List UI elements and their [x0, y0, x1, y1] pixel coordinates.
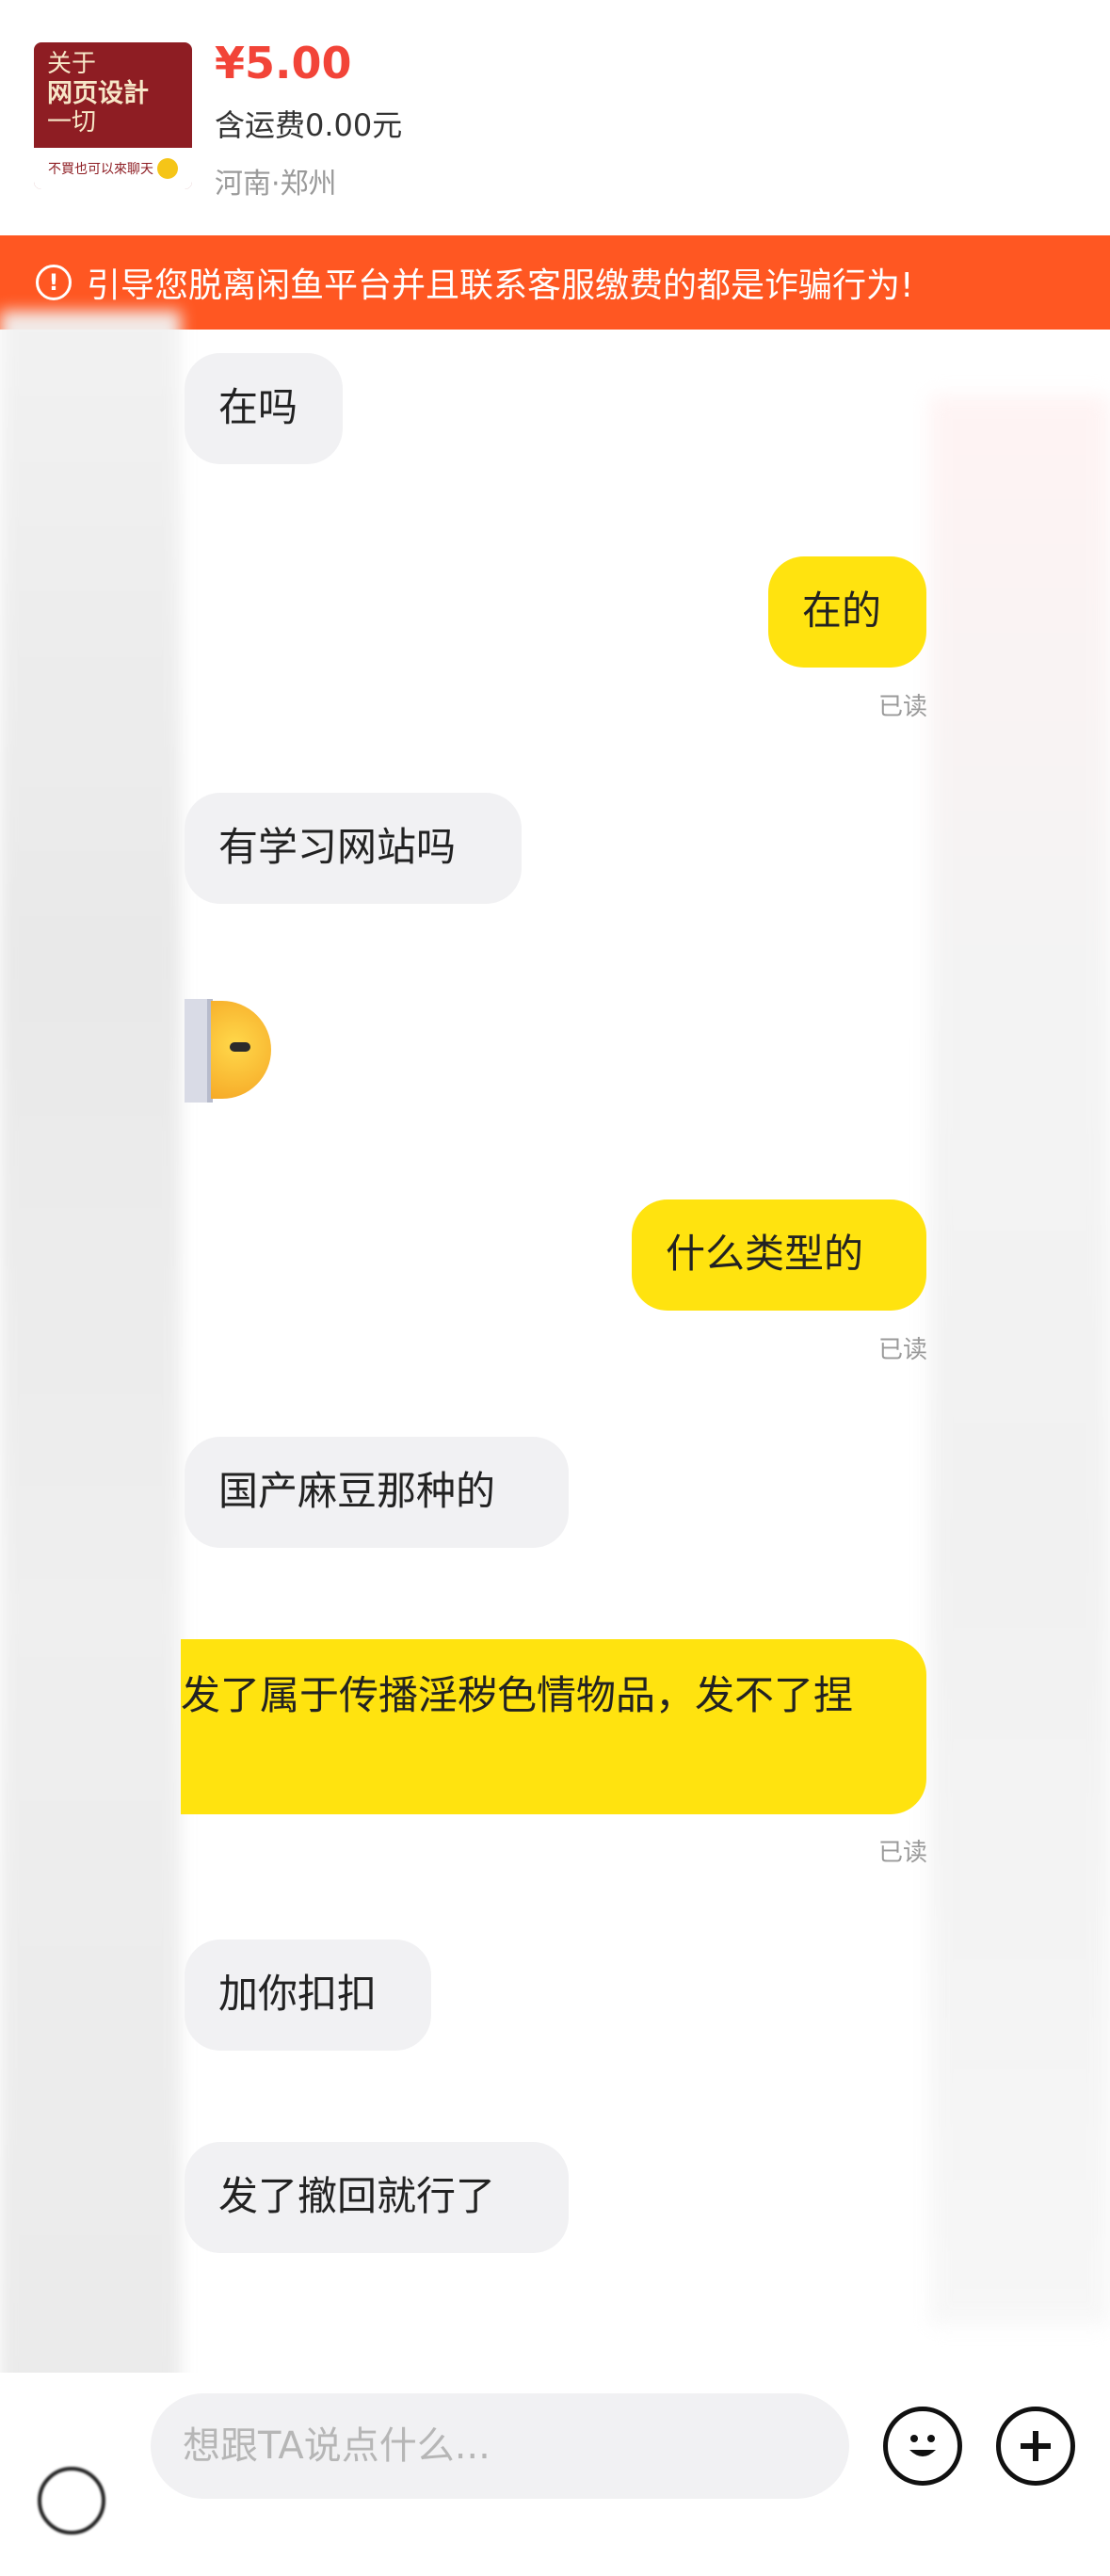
message-bubble-incoming[interactable]: 发了撤回就行了 [185, 2142, 569, 2253]
message-input[interactable] [151, 2393, 849, 2499]
thumbnail-line-2: 网页设計 [47, 79, 149, 108]
emoji-button[interactable] [883, 2407, 962, 2486]
seller-location: 河南·郑州 [215, 168, 337, 201]
smiley-icon [909, 2435, 936, 2456]
thumbnail-line-1: 关于 [47, 50, 97, 78]
message-text: 有学习网站吗 [218, 824, 457, 870]
message-text: 加你扣扣 [218, 1971, 378, 2017]
message-input-bar [0, 2373, 1110, 2576]
thinking-face-emoji-message[interactable] [185, 999, 273, 1103]
product-header[interactable]: 关于 网页设計 一切 不買也可以來聊天 ¥5.00 含运费0.00元 河南·郑州 [0, 0, 1110, 235]
message-text: 发了撤回就行了 [218, 2173, 496, 2219]
read-receipt: 已读 [877, 693, 927, 721]
read-receipt: 已读 [877, 1336, 927, 1364]
thumbnail-line-3: 一切 [47, 108, 97, 137]
product-price: ¥5.00 [215, 38, 352, 89]
message-text: 什么类型的 [666, 1231, 864, 1277]
plus-icon [1021, 2431, 1051, 2461]
thumbnail-caption: 不買也可以來聊天 [34, 148, 192, 189]
message-bubble-incoming[interactable]: 在吗 [185, 353, 343, 464]
laughing-emoji-icon [157, 158, 178, 179]
read-receipt: 已读 [877, 1839, 927, 1867]
emoji-edge [185, 999, 213, 1103]
voice-icon[interactable] [38, 2467, 105, 2535]
message-bubble-incoming[interactable]: 有学习网站吗 [185, 793, 522, 904]
emoji-eye [230, 1042, 250, 1052]
message-text: 在吗 [218, 384, 298, 430]
message-bubble-outgoing[interactable]: 在的 [768, 556, 926, 668]
add-attachment-button[interactable] [996, 2407, 1075, 2486]
blurred-avatar-column-right [929, 395, 1110, 2326]
message-text: 发了属于传播淫秽色情物品，发不了捏 [181, 1672, 854, 1718]
message-bubble-incoming[interactable]: 国产麻豆那种的 [185, 1437, 569, 1548]
thumbnail-title: 关于 网页设計 一切 [47, 50, 149, 137]
message-text: 在的 [802, 588, 882, 634]
shipping-fee: 含运费0.00元 [215, 107, 403, 143]
product-thumbnail[interactable]: 关于 网页设計 一切 不買也可以來聊天 [34, 42, 192, 189]
message-bubble-outgoing[interactable]: 发了属于传播淫秽色情物品，发不了捏 [181, 1639, 926, 1814]
message-bubble-incoming[interactable]: 加你扣扣 [185, 1940, 431, 2051]
thumbnail-caption-text: 不買也可以來聊天 [48, 162, 153, 177]
blurred-avatar-column-left [0, 311, 181, 2476]
warning-text: 引导您脱离闲鱼平台并且联系客服缴费的都是诈骗行为! [87, 266, 914, 305]
exclamation-circle-icon: ! [36, 265, 72, 300]
message-text: 国产麻豆那种的 [218, 1468, 496, 1514]
message-bubble-outgoing[interactable]: 什么类型的 [632, 1199, 926, 1311]
